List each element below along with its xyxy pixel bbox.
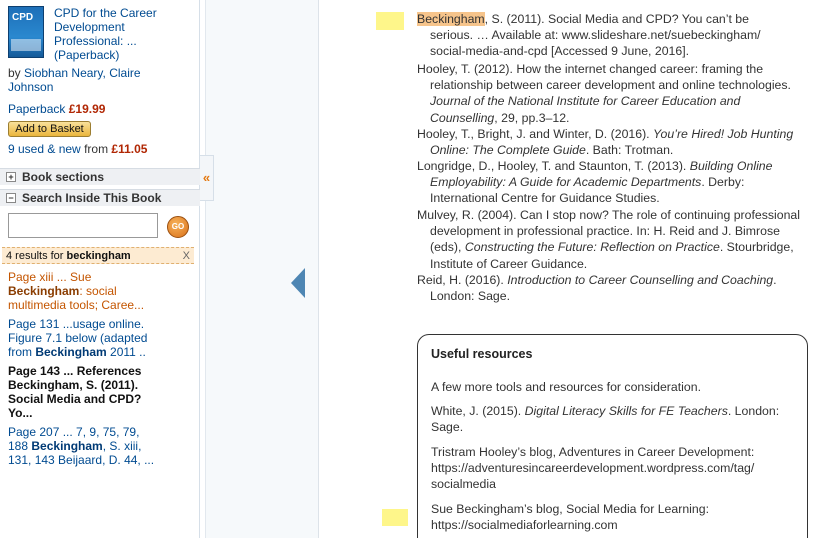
box-title: Useful resources [431,347,533,361]
used-from-label: from [84,142,109,156]
search-result-item[interactable]: Page 207 ... 7, 9, 75, 79, 188 Beckingha… [8,425,194,467]
result-line: Page 143 ... References [8,364,142,378]
format-link[interactable]: Paperback [8,102,65,116]
collapse-sidebar-icon[interactable]: « [200,155,214,201]
result-line: Social Media and CPD? [8,392,142,406]
book-title-line: Professional: ... [54,34,137,48]
format-price: Paperback £19.99 [8,102,105,116]
search-inside-toggle[interactable]: − Search Inside This Book [0,189,200,206]
result-line: multimedia tools; Caree... [8,298,145,312]
add-to-basket-button[interactable]: Add to Basket [8,121,91,137]
result-line: Beckingham, S. (2011). [8,378,139,392]
result-line: 131, 143 Beijaard, D. 44, ... [8,453,155,467]
price: £19.99 [68,102,106,116]
go-button[interactable]: GO [167,216,189,238]
book-cover[interactable]: CPD [8,6,44,58]
highlight-marker [382,509,408,526]
by-label: by [8,66,21,80]
result-line: from Beckingham 2011 .. [8,345,146,359]
cover-text: CPD [12,12,34,23]
box-intro: A few more tools and resources for consi… [431,380,701,394]
expand-icon: + [6,172,16,182]
result-line: Page xiii ... Sue [8,270,92,284]
book-page: Beckingham, S. (2011). Social Media and … [320,0,832,538]
search-inside-label: Search Inside This Book [22,191,162,205]
cover-decoration [11,39,41,51]
reference-longridge: Longridge, D., Hooley, T. and Staunton, … [417,159,773,206]
search-highlight: Beckingham [417,12,485,26]
results-header: 4 results for beckingham X [2,247,194,264]
book-title-line: CPD for the Career [54,6,157,20]
results-query: beckingham [66,250,131,262]
reference-beckingham: Beckingham, S. (2011). Social Media and … [417,12,761,59]
search-inside-input[interactable] [8,213,158,238]
used-price: £11.05 [111,142,148,156]
search-result-item-selected[interactable]: Page 143 ... References Beckingham, S. (… [8,364,194,420]
book-sections-label: Book sections [22,170,105,184]
search-result-item[interactable]: Page xiii ... Sue Beckingham: social mul… [8,270,194,312]
highlight-marker [376,12,404,30]
result-line: Figure 7.1 below (adapted [8,331,148,345]
result-line: Page 131 ...usage online. [8,317,145,331]
book-title-line: (Paperback) [54,48,120,62]
resource-beckingham-blog: Sue Beckingham’s blog, Social Media for … [431,502,709,533]
resource-white: White, J. (2015). Digital Literacy Skill… [431,404,780,435]
reference-mulvey: Mulvey, R. (2004). Can I stop now? The r… [417,208,801,271]
useful-resources-box: Useful resources A few more tools and re… [417,334,808,538]
resource-hooley-blog: Tristram Hooley’s blog, Adventures in Ca… [431,445,755,492]
book-title-link[interactable]: CPD for the Career Development Professio… [54,6,194,62]
book-sidebar: CPD CPD for the Career Development Profe… [0,0,200,538]
result-line: Beckingham: social [8,284,117,298]
reference-hooley-2016: Hooley, T., Bright, J. and Winter, D. (2… [417,127,794,158]
reference-hooley-2012: Hooley, T. (2012). How the internet chan… [417,62,791,125]
collapse-icon: − [6,193,16,203]
prev-arrow-icon[interactable] [291,268,305,298]
search-result-item[interactable]: Page 131 ...usage online. Figure 7.1 bel… [8,317,194,359]
byline: by Siobhan Neary, Claire Johnson [8,66,198,94]
result-line: Yo... [8,406,33,420]
book-title-line: Development [54,20,125,34]
used-new-offers: 9 used & new from £11.05 [8,142,147,156]
result-line: 188 Beckingham, S. xiii, [8,439,142,453]
author-link[interactable]: Siobhan Neary, Claire Johnson [8,66,141,94]
result-line: Page 207 ... 7, 9, 75, 79, [8,425,140,439]
used-new-link[interactable]: 9 used & new [8,142,81,156]
results-count: 4 results for [6,250,64,262]
reference-reid: Reid, H. (2016). Introduction to Career … [417,273,777,304]
book-sections-toggle[interactable]: + Book sections [0,168,200,185]
close-results-icon[interactable]: X [183,248,190,264]
